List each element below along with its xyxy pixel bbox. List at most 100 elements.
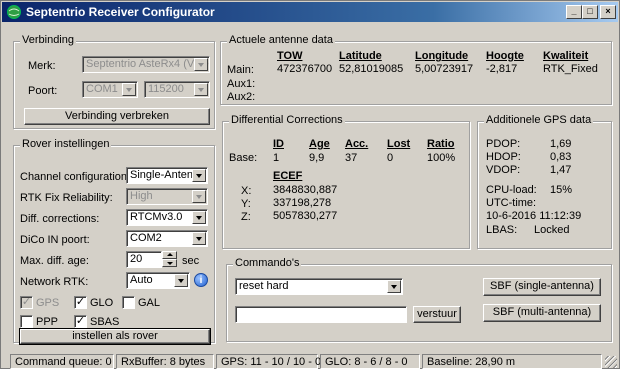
title-bar[interactable]: Septentrio Receiver Configurator _ □ ×	[2, 2, 618, 22]
rover-group: Rover instellingen Channel configuration…	[13, 138, 215, 345]
close-button[interactable]: ×	[600, 5, 616, 19]
chevron-down-icon	[174, 274, 188, 287]
ratio-header: Ratio	[427, 138, 455, 150]
hdop-label: HDOP:	[486, 151, 521, 163]
aux1-label: Aux1:	[227, 78, 256, 90]
base-ratio: 100%	[427, 152, 456, 164]
network-rtk-select[interactable]: Auto	[126, 272, 190, 289]
gal-checkbox[interactable]	[122, 296, 135, 309]
sbf-single-antenna-button[interactable]: SBF (single-antenna)	[483, 278, 601, 296]
status-baseline: Baseline: 28,90 m	[422, 354, 602, 369]
window-title: Septentrio Receiver Configurator	[26, 5, 215, 19]
network-rtk-value: Auto	[130, 274, 153, 286]
chevron-down-icon	[194, 58, 208, 71]
verbinding-group: Verbinding Merk: Septentrio AsteRx4 (Vip…	[13, 34, 215, 129]
diff-corrections-select[interactable]: RTCMv3.0	[126, 209, 208, 226]
ecef-title: ECEF	[273, 170, 303, 182]
merk-value: Septentrio AsteRx4 (Viper 4	[86, 58, 210, 70]
gps-data-legend: Additionele GPS data	[484, 114, 594, 126]
ppp-label: PPP	[36, 316, 59, 328]
status-rxbuffer: RxBuffer: 8 bytes	[116, 354, 214, 369]
quality-header: Kwaliteit	[543, 50, 589, 62]
chevron-down-icon	[192, 211, 206, 224]
sbf-multi-antenna-button[interactable]: SBF (multi-antenna)	[483, 304, 601, 322]
glo-label: GLO	[90, 297, 114, 309]
max-diff-age-input[interactable]: 20	[126, 251, 162, 268]
cpu-load-label: CPU-load:	[486, 184, 537, 196]
command-input[interactable]	[235, 306, 407, 323]
tow-header: TOW	[277, 50, 303, 62]
base-age: 9,9	[309, 152, 325, 164]
main-quality: RTK_Fixed	[543, 63, 598, 75]
hdop-value: 0,83	[550, 151, 572, 163]
longitude-header: Longitude	[415, 50, 469, 62]
chevron-down-icon	[192, 190, 206, 203]
rtk-fix-select[interactable]: High	[126, 188, 208, 205]
max-diff-age-unit: sec	[182, 255, 200, 267]
disconnect-button[interactable]: Verbinding verbreken	[24, 108, 210, 125]
baudrate-select[interactable]: 115200	[144, 81, 210, 98]
glo-checkbox[interactable]: ✓	[74, 296, 87, 309]
base-acc: 37	[345, 152, 358, 164]
main-tow: 472376700	[277, 63, 333, 75]
y-value: 337198,278	[273, 197, 332, 209]
info-icon[interactable]: i	[194, 273, 208, 287]
lost-header: Lost	[387, 138, 411, 150]
ppp-checkbox[interactable]	[20, 315, 33, 328]
poort-select[interactable]: COM1	[82, 81, 138, 98]
satellite-globe-icon	[7, 5, 21, 19]
status-bar: Command queue: 0 RxBuffer: 8 bytes GPS: …	[2, 352, 618, 369]
base-id: 1	[273, 152, 280, 164]
main-height: -2,817	[486, 63, 518, 75]
x-label: X:	[241, 185, 252, 197]
utc-time-label: UTC-time:	[486, 197, 537, 209]
gal-label: GAL	[138, 297, 161, 309]
max-diff-age-label: Max. diff. age:	[20, 255, 89, 267]
command-select[interactable]: reset hard	[235, 278, 403, 295]
gps-checkbox[interactable]: ✓	[20, 296, 33, 309]
set-as-rover-button[interactable]: instellen als rover	[19, 328, 211, 345]
acc-header: Acc.	[345, 138, 369, 150]
age-header: Age	[309, 138, 330, 150]
channel-config-select[interactable]: Single-Antenna	[126, 167, 208, 184]
poort-value: COM1	[86, 83, 118, 95]
merk-label: Merk:	[28, 60, 56, 72]
verbinding-legend: Verbinding	[20, 34, 76, 46]
pdop-label: PDOP:	[486, 138, 521, 150]
merk-select[interactable]: Septentrio AsteRx4 (Viper 4	[82, 56, 210, 73]
minimize-button[interactable]: _	[566, 5, 582, 19]
id-header: ID	[273, 138, 284, 150]
spin-up-icon[interactable]	[162, 251, 177, 259]
status-glo: GLO: 8 - 6 / 8 - 0	[320, 354, 420, 369]
chevron-down-icon	[192, 232, 206, 245]
chevron-down-icon	[192, 169, 206, 182]
spin-down-icon[interactable]	[162, 259, 177, 267]
status-gps: GPS: 11 - 10 / 10 - 0	[216, 354, 321, 369]
y-label: Y:	[241, 198, 251, 210]
dico-port-label: DiCo IN poort:	[20, 234, 90, 246]
status-command-queue: Command queue: 0	[10, 354, 114, 369]
sbas-checkbox[interactable]: ✓	[74, 315, 87, 328]
rtk-fix-label: RTK Fix Reliability:	[20, 192, 113, 204]
antenna-data-legend: Actuele antenne data	[227, 34, 335, 46]
dico-port-select[interactable]: COM2	[126, 230, 208, 247]
commando-group: Commando's reset hard verstuur SBF (sing…	[226, 257, 612, 342]
antenna-data-group: Actuele antenne data TOW Latitude Longit…	[220, 34, 612, 105]
main-latitude: 52,81019085	[339, 63, 404, 75]
lbas-label: LBAS:	[486, 224, 518, 236]
channel-config-label: Channel configuration:	[20, 171, 131, 183]
send-button[interactable]: verstuur	[413, 306, 461, 323]
max-diff-age-value: 20	[130, 253, 143, 265]
main-longitude: 5,00723917	[415, 63, 474, 75]
z-value: 5057830,277	[273, 210, 338, 222]
rtk-fix-value: High	[130, 190, 153, 202]
height-header: Hoogte	[486, 50, 524, 62]
sbas-label: SBAS	[90, 316, 120, 328]
chevron-down-icon	[122, 83, 136, 96]
max-diff-age-spinner[interactable]	[162, 251, 177, 268]
resize-grip-icon[interactable]	[605, 356, 617, 368]
diff-corrections-value: RTCMv3.0	[130, 211, 183, 223]
base-lost: 0	[387, 152, 394, 164]
x-value: 3848830,887	[273, 184, 338, 196]
maximize-button[interactable]: □	[582, 5, 598, 19]
